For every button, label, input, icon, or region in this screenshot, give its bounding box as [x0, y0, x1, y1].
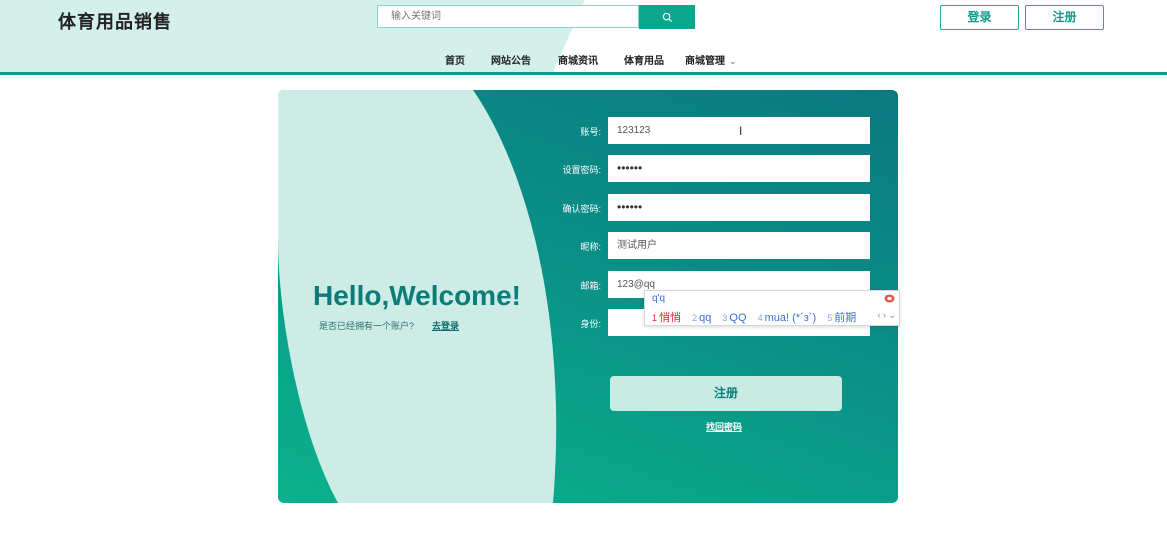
ime-logo-icon — [884, 294, 895, 303]
nav-item-sports-goods[interactable]: 体育用品 — [624, 52, 664, 67]
register-button[interactable]: 注册 — [1025, 5, 1104, 30]
search-button[interactable] — [639, 5, 695, 29]
nav-item-home[interactable]: 首页 — [445, 52, 465, 67]
password-input[interactable]: •••••• — [608, 155, 870, 182]
nickname-label: 昵称: — [580, 242, 601, 252]
email-label: 邮箱: — [580, 281, 601, 291]
ime-page-arrows-icon[interactable]: ‹ › ⌄ — [877, 310, 896, 321]
go-login-link[interactable]: 去登录 — [432, 319, 459, 332]
role-label: 身份: — [580, 319, 601, 329]
nickname-input[interactable]: 测试用户 — [608, 232, 870, 259]
search-icon — [662, 12, 672, 22]
welcome-title: Hello,Welcome! — [313, 280, 521, 311]
confirm-password-label: 确认密码: — [562, 204, 601, 214]
forgot-password-link[interactable]: 找回密码 — [706, 420, 742, 433]
nav-item-management[interactable]: 商城管理 ⌄ — [685, 52, 737, 67]
account-label: 账号: — [580, 127, 601, 137]
confirm-password-input[interactable]: •••••• — [608, 194, 870, 221]
nav-item-management-label: 商城管理 — [685, 56, 725, 67]
ime-candidate-popup: q'q 1 悄悄 2 qq 3 QQ 4 mua! (*´з`) 5 前期 ‹ › ⌄ — [644, 290, 900, 326]
nav-item-announcements[interactable]: 网站公告 — [491, 52, 531, 67]
login-button[interactable]: 登录 — [940, 5, 1019, 30]
ime-candidate[interactable]: 5 前期 — [827, 309, 856, 325]
top-header: 体育用品销售 登录 注册 首页 网站公告 商城资讯 体育用品 商城管理 ⌄ — [0, 0, 1167, 75]
have-account-text: 是否已经拥有一个账户? — [319, 321, 415, 331]
register-submit-button[interactable]: 注册 — [610, 376, 842, 411]
ime-candidate[interactable]: 2 qq — [692, 312, 711, 324]
text-cursor-icon: I — [739, 124, 743, 138]
ime-candidate[interactable]: 4 mua! (*´з`) — [758, 312, 817, 324]
chevron-down-icon: ⌄ — [729, 56, 737, 66]
ime-candidate-list: 1 悄悄 2 qq 3 QQ 4 mua! (*´з`) 5 前期 — [652, 309, 864, 325]
site-brand: 体育用品销售 — [58, 12, 172, 32]
ime-candidate[interactable]: 1 悄悄 — [652, 309, 681, 325]
search-input[interactable] — [377, 5, 639, 28]
ime-composition-text: q'q — [652, 293, 666, 304]
header-divider — [0, 72, 1167, 75]
password-label: 设置密码: — [562, 165, 601, 175]
ime-candidate[interactable]: 3 QQ — [722, 312, 746, 324]
nav-item-news[interactable]: 商城资讯 — [558, 52, 598, 67]
